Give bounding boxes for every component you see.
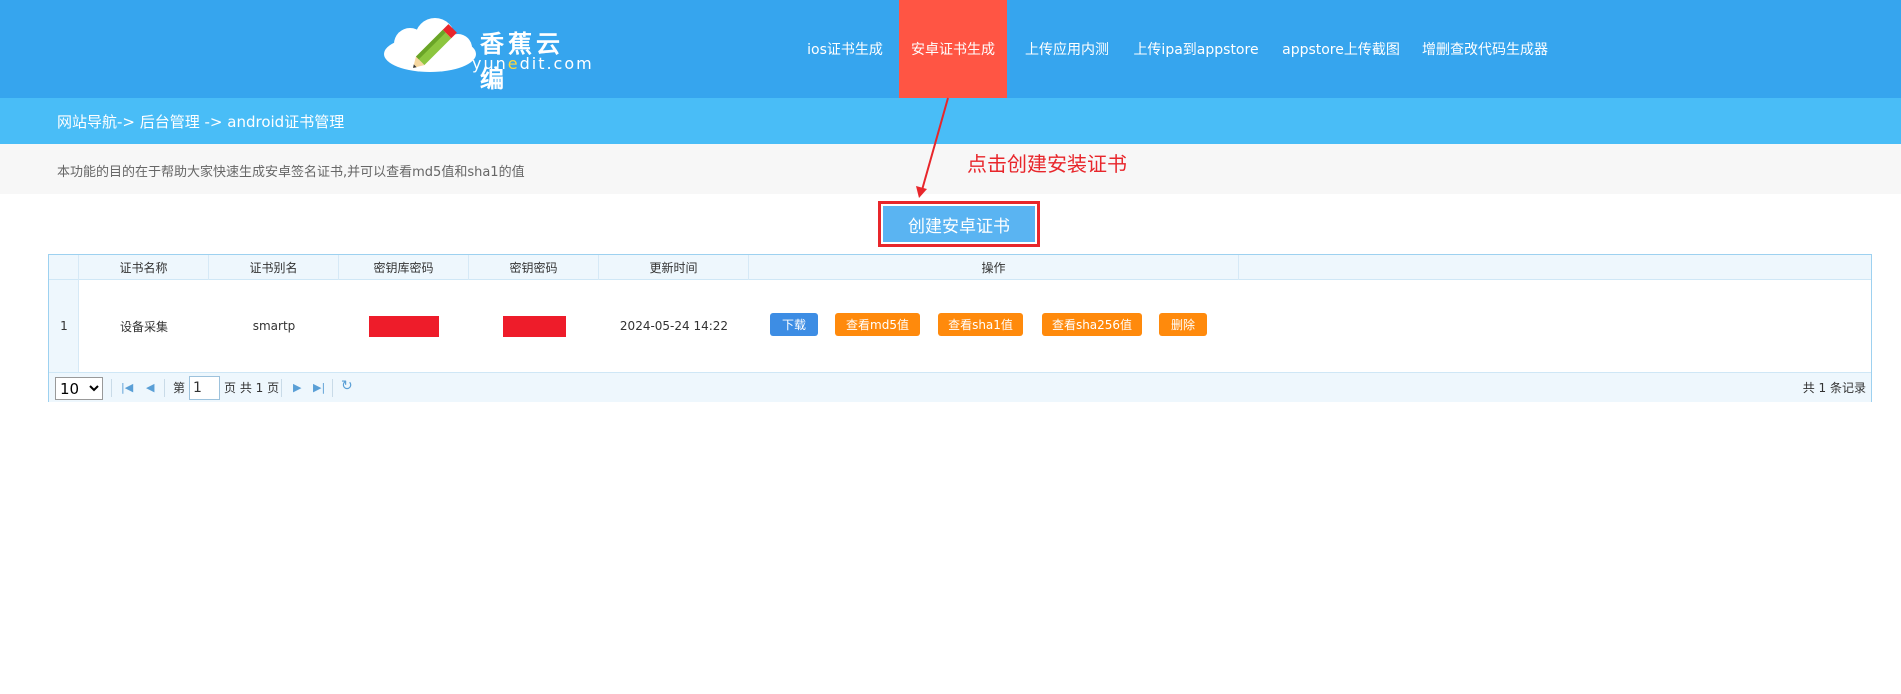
table-row: 1 [49, 280, 79, 372]
refresh-icon[interactable]: ↻ [341, 379, 353, 393]
pagination-bar: 10 |◀ ◀ 第 1 页 共 1 页 ▶ ▶| ↻ 共 1 条记录 [49, 372, 1871, 402]
view-sha1-button[interactable]: 查看sha1值 [938, 313, 1023, 336]
first-page-icon[interactable]: |◀ [121, 381, 133, 395]
cell-updated-time: 2024-05-24 14:22 [619, 319, 729, 333]
create-android-cert-button[interactable]: 创建安卓证书 [878, 201, 1040, 247]
cell-store-password [339, 280, 469, 372]
view-sha256-button[interactable]: 查看sha256值 [1042, 313, 1142, 336]
page-prefix: 第 [173, 381, 186, 395]
cell-key-password [469, 280, 599, 372]
redacted-key-password [502, 315, 566, 337]
last-page-icon[interactable]: ▶| [313, 381, 325, 395]
column-header-actions: 操作 [749, 255, 1239, 280]
prev-page-icon[interactable]: ◀ [146, 381, 154, 395]
cert-table: 证书名称 证书别名 密钥库密码 密钥密码 更新时间 操作 1 设备采集 smar… [48, 254, 1872, 402]
page-number-input[interactable]: 1 [189, 376, 220, 400]
total-records: 共 1 条记录 [1802, 381, 1866, 395]
column-header-alias: 证书别名 [209, 255, 339, 280]
header-rownum [49, 255, 79, 280]
column-header-updated: 更新时间 [599, 255, 749, 280]
cell-alias: smartp [252, 319, 296, 333]
row-number: 1 [60, 319, 68, 333]
view-md5-button[interactable]: 查看md5值 [835, 313, 920, 336]
delete-button[interactable]: 删除 [1159, 313, 1207, 336]
column-header-cert-name: 证书名称 [79, 255, 209, 280]
column-header-key-password: 密钥密码 [469, 255, 599, 280]
page-size-select[interactable]: 10 [55, 377, 103, 400]
cell-cert-name: 设备采集 [119, 319, 168, 334]
next-page-icon[interactable]: ▶ [293, 381, 301, 395]
table-header: 证书名称 证书别名 密钥库密码 密钥密码 更新时间 操作 [49, 255, 1871, 280]
column-header-store-password: 密钥库密码 [339, 255, 469, 280]
redacted-store-password [369, 315, 439, 337]
download-button[interactable]: 下载 [770, 313, 818, 336]
page-count: 页 共 1 页 [224, 381, 280, 395]
